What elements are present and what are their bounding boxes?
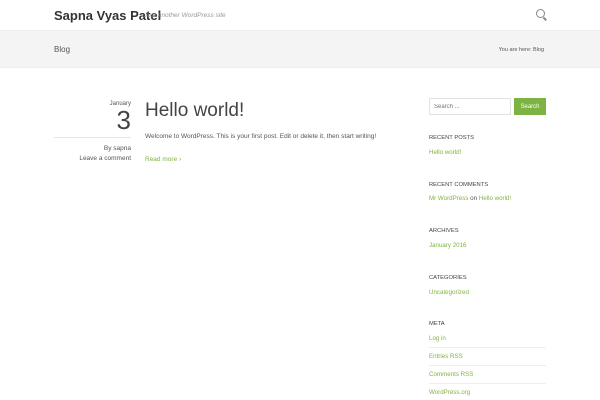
search-icon[interactable] [536, 9, 545, 18]
site-tagline: Just another WordPress site [144, 12, 226, 19]
divider [429, 347, 546, 348]
widget-title-archives: ARCHIVES [429, 228, 459, 234]
divider [429, 383, 546, 384]
recent-comment: Mr WordPress on Hello world! [429, 195, 511, 202]
site-header: Sapna Vyas Patel Just another WordPress … [0, 0, 600, 31]
widget-title-recent-posts: RECENT POSTS [429, 135, 474, 141]
leave-comment-link[interactable]: Leave a comment [79, 155, 131, 162]
comment-post-link[interactable]: Hello world! [479, 195, 511, 202]
post-title[interactable]: Hello world! [145, 100, 244, 122]
search-input[interactable] [429, 98, 511, 115]
divider [429, 365, 546, 366]
meta-entries-rss-link[interactable]: Entries RSS [429, 353, 463, 360]
divider [54, 137, 131, 138]
post-excerpt: Welcome to WordPress. This is your first… [145, 133, 377, 140]
meta-login-link[interactable]: Log in [429, 335, 446, 342]
read-more-link[interactable]: Read more › [145, 156, 181, 163]
title-bar: Blog You are here: Blog [0, 31, 600, 68]
meta-wordpress-org-link[interactable]: WordPress.org [429, 389, 470, 396]
comment-on-text: on [470, 195, 478, 202]
category-link[interactable]: Uncategorized [429, 289, 469, 296]
page-title: Blog [54, 45, 71, 54]
archive-link[interactable]: January 2016 [429, 242, 467, 249]
widget-title-meta: META [429, 321, 445, 327]
breadcrumb: You are here: Blog [498, 47, 544, 53]
recent-post-link[interactable]: Hello world! [429, 149, 461, 156]
comment-author-link[interactable]: Mr WordPress [429, 195, 468, 202]
post-author[interactable]: By sapna [104, 145, 131, 152]
post-day: 3 [116, 105, 131, 135]
widget-title-recent-comments: RECENT COMMENTS [429, 182, 489, 188]
widget-title-categories: CATEGORIES [429, 275, 467, 281]
meta-comments-rss-link[interactable]: Comments RSS [429, 371, 473, 378]
search-button[interactable]: Search [514, 98, 546, 115]
